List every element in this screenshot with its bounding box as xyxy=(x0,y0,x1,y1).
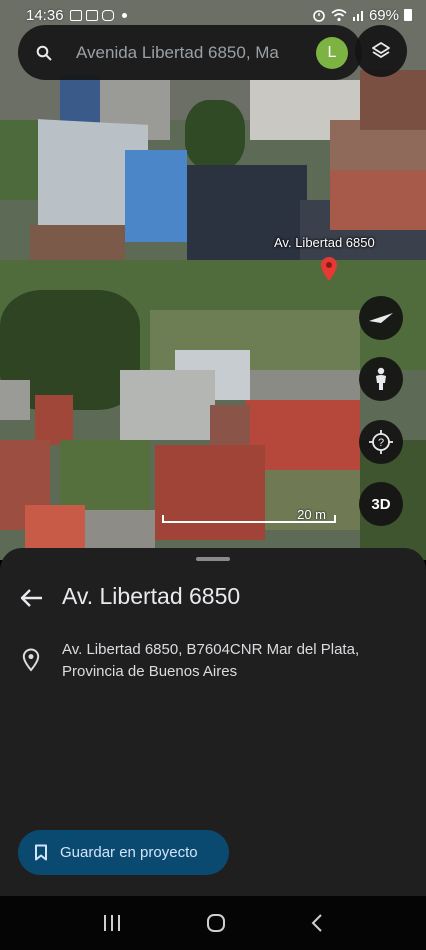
signal-icon xyxy=(352,11,363,21)
map-roof xyxy=(120,370,215,440)
map-roof-red xyxy=(155,445,265,540)
map-scale: 20 m xyxy=(160,507,336,525)
gallery-icon xyxy=(69,9,82,21)
compass-button[interactable] xyxy=(359,296,403,340)
map-place-label[interactable]: Av. Libertad 6850 xyxy=(274,235,375,250)
avatar[interactable]: L xyxy=(316,36,348,69)
search-input[interactable]: Avenida Libertad 6850, Ma xyxy=(76,43,308,63)
wifi-icon xyxy=(331,8,347,21)
home-icon[interactable] xyxy=(206,913,226,933)
map-roof xyxy=(60,75,100,125)
layers-icon xyxy=(372,42,390,58)
scale-line xyxy=(162,521,336,523)
search-icon[interactable] xyxy=(36,45,52,61)
save-to-project-button[interactable]: Guardar en proyecto xyxy=(18,830,229,875)
map-roof xyxy=(0,380,30,420)
location-pin-icon xyxy=(22,648,40,672)
map-roof xyxy=(30,225,125,265)
instagram-icon xyxy=(101,9,114,21)
search-bar[interactable]: Avenida Libertad 6850, Ma L xyxy=(18,25,362,80)
map-roof-red xyxy=(330,170,426,230)
system-nav-bar xyxy=(0,896,426,950)
map-roof xyxy=(360,70,426,130)
satellite-map[interactable] xyxy=(0,0,426,560)
system-icons: 69% xyxy=(312,7,412,24)
back-arrow-icon[interactable] xyxy=(18,586,46,610)
scale-tick xyxy=(162,515,164,523)
bookmark-icon xyxy=(35,844,47,861)
place-address[interactable]: Av. Libertad 6850, B7604CNR Mar del Plat… xyxy=(62,639,402,683)
pegman-icon xyxy=(376,367,386,390)
layers-button[interactable] xyxy=(355,25,407,77)
map-tree xyxy=(185,100,245,170)
3d-toggle-button[interactable]: 3D xyxy=(359,482,403,526)
scale-tick xyxy=(334,515,336,523)
place-bottom-sheet[interactable]: Av. Libertad 6850 Av. Libertad 6850, B76… xyxy=(0,548,426,896)
battery-percent: 69% xyxy=(368,6,399,24)
dot-icon xyxy=(121,12,127,18)
scale-label: 20 m xyxy=(297,507,326,522)
map-roof-blue xyxy=(125,150,187,242)
save-to-project-label: Guardar en proyecto xyxy=(60,844,198,861)
place-title: Av. Libertad 6850 xyxy=(62,583,241,609)
recent-apps-icon[interactable] xyxy=(102,914,122,932)
svg-text:?: ? xyxy=(378,437,384,449)
compass-icon xyxy=(369,313,393,323)
status-time: 14:36 xyxy=(26,6,64,24)
sheet-drag-handle[interactable] xyxy=(196,557,230,561)
back-icon[interactable] xyxy=(310,913,324,933)
map-roof-red xyxy=(35,395,73,445)
my-location-button[interactable]: ? xyxy=(359,420,403,464)
gmail-icon xyxy=(85,9,98,21)
street-view-button[interactable] xyxy=(359,357,403,401)
battery-icon xyxy=(404,9,412,21)
map-pin-icon[interactable] xyxy=(321,257,337,281)
location-help-icon: ? xyxy=(369,430,393,454)
alarm-icon xyxy=(313,10,325,22)
notification-icons xyxy=(69,9,127,21)
